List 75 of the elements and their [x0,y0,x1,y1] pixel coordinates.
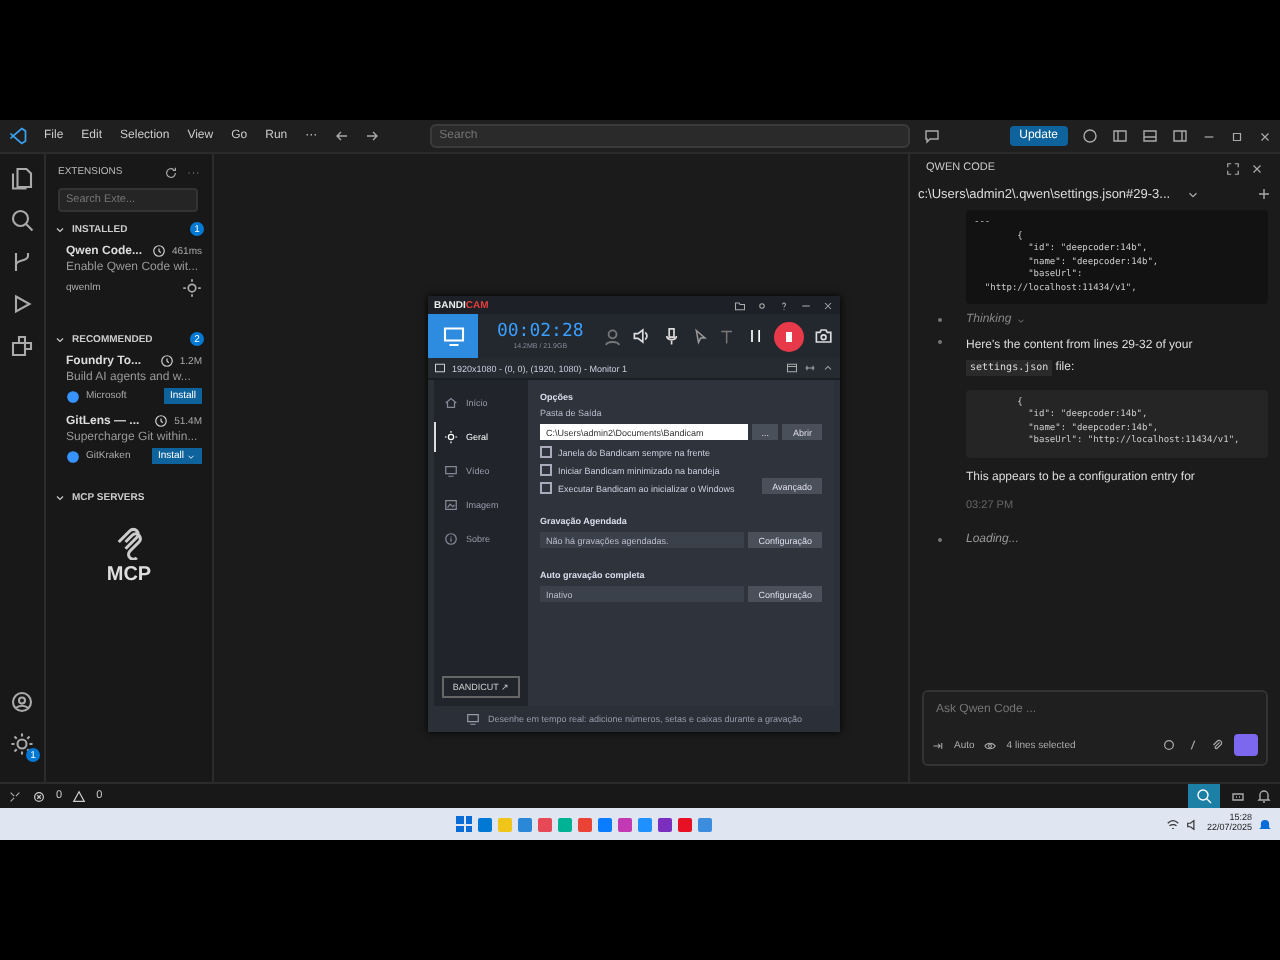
chevron-down-icon [1015,315,1026,326]
help-icon[interactable] [778,299,790,311]
zoom-icon [1196,788,1212,804]
nav-icon [444,532,458,546]
pen-icon [465,712,480,726]
chevron-down-icon[interactable] [1186,187,1200,201]
close-icon[interactable] [822,299,834,311]
vscode-logo-icon [8,126,28,146]
webcam-icon[interactable] [601,325,623,347]
chevron-icon[interactable] [54,333,66,345]
account-icon[interactable] [10,690,34,714]
forward-arrow-icon[interactable] [363,128,380,144]
text-icon[interactable] [718,327,736,345]
nav-icon [444,498,458,512]
mcp-logo-text: MCP [106,564,152,586]
remote-icon[interactable] [8,789,22,803]
collapse-icon[interactable] [822,362,834,374]
zoom-button[interactable] [1188,784,1220,808]
slash-icon[interactable] [1186,738,1200,752]
wifi-icon [1166,817,1181,831]
run-debug-icon[interactable] [10,292,34,316]
chevron-icon[interactable] [54,223,66,235]
eye-icon [984,739,997,751]
mode-arrow-icon [932,739,944,751]
camera-icon[interactable] [814,326,835,346]
attach-icon[interactable] [1210,738,1224,752]
globe-icon[interactable] [1082,128,1098,144]
chat-icon[interactable] [923,128,940,144]
extensions-icon[interactable] [10,334,34,358]
maximize-icon[interactable] [1230,129,1244,143]
error-icon [32,789,46,803]
start-button[interactable] [456,816,473,832]
window-icon[interactable] [786,362,798,374]
chevron-icon[interactable] [54,491,66,503]
speaker-icon[interactable] [632,326,652,346]
clock-icon [151,244,166,258]
screen-area-icon [434,362,446,374]
chevron-down-icon [186,451,196,461]
checkbox[interactable] [540,464,552,476]
volume-icon [1186,817,1201,831]
sidebar-icon[interactable] [1172,128,1188,144]
clock-icon [154,414,169,428]
verified-icon [66,389,80,403]
pause-icon[interactable] [745,326,765,346]
expand-icon[interactable] [1226,161,1240,175]
recording-timer: 00:02:28 [496,322,584,342]
minimize-icon[interactable] [800,299,812,311]
nav-icon [444,396,458,410]
search-icon[interactable] [10,208,34,232]
back-arrow-icon[interactable] [333,128,350,144]
new-chat-icon[interactable] [1256,186,1272,202]
resize-icon[interactable] [804,362,816,374]
close-icon[interactable] [1250,161,1264,175]
stop-button[interactable] [774,321,805,351]
bell-icon[interactable] [1256,788,1272,804]
source-control-icon[interactable] [10,250,34,274]
warning-icon [72,789,87,803]
microphone-icon[interactable] [661,326,682,346]
notification-icon [1258,817,1272,831]
nav-icon [444,430,458,444]
checkbox[interactable] [540,446,552,458]
files-icon[interactable] [10,166,34,190]
screen-mode-button[interactable] [428,314,479,358]
checkbox[interactable] [540,482,552,494]
folder-icon[interactable] [734,299,746,311]
refresh-icon[interactable] [164,165,178,179]
nav-icon [444,464,458,478]
panel-icon[interactable] [1142,128,1158,144]
close-icon[interactable] [1258,129,1272,143]
layout-icon[interactable] [1112,128,1128,144]
monitor-icon [441,324,466,348]
verified-icon [66,449,80,463]
cursor-icon[interactable] [691,327,709,345]
clock-icon [159,354,174,368]
settings-icon[interactable] [10,732,34,756]
